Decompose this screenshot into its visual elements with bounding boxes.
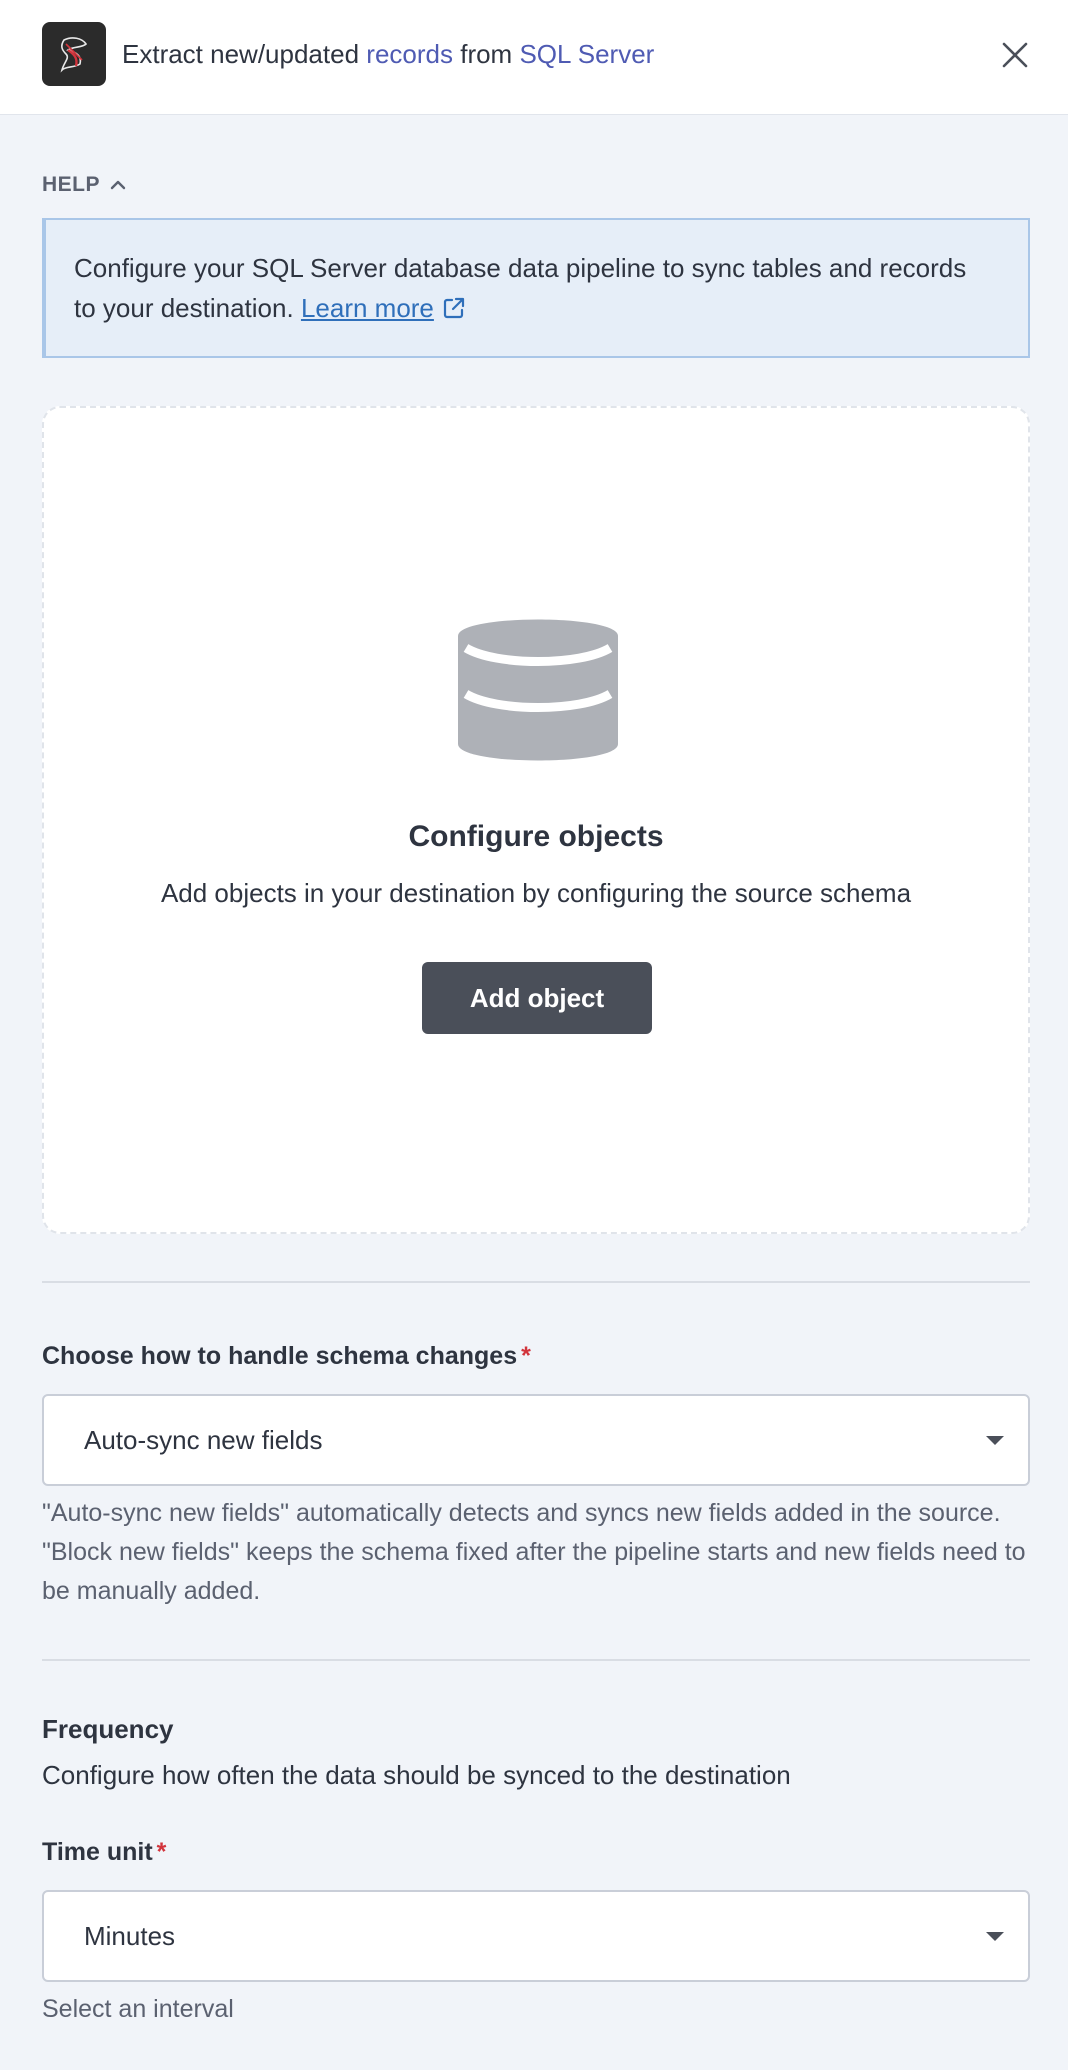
title-source: SQL Server — [519, 39, 655, 69]
learn-more-label: Learn more — [300, 293, 434, 323]
section-divider — [42, 1281, 1030, 1283]
objects-description: Add objects in your destination by confi… — [160, 878, 912, 908]
caret-down-icon — [986, 1436, 1004, 1445]
required-marker: * — [156, 1838, 167, 1866]
help-toggle[interactable]: HELP — [42, 170, 126, 200]
schema-changes-label: Choose how to handle schema changes * — [42, 1342, 531, 1371]
required-marker: * — [521, 1342, 531, 1370]
caret-down-icon — [986, 1932, 1004, 1941]
add-object-button[interactable]: Add object — [422, 962, 652, 1034]
schema-changes-value: Auto-sync new fields — [84, 1425, 323, 1455]
help-toggle-label: HELP — [42, 173, 101, 196]
title-prefix: Extract new/updated — [122, 39, 360, 69]
objects-title: Configure objects — [408, 820, 664, 853]
panel-header: Extract new/updated records from SQL Ser… — [0, 0, 1068, 115]
close-icon — [1002, 42, 1028, 68]
header-title: Extract new/updated records from SQL Ser… — [122, 36, 654, 72]
close-button[interactable] — [996, 36, 1034, 74]
section-divider — [42, 1659, 1030, 1661]
database-icon — [458, 619, 618, 761]
schema-changes-select[interactable]: Auto-sync new fields — [42, 1394, 1030, 1486]
title-middle: from — [460, 39, 513, 69]
time-unit-select[interactable]: Minutes — [42, 1890, 1030, 1982]
interval-label: Select an interval — [42, 1995, 234, 2023]
configure-objects-card: Configure objects Add objects in your de… — [42, 406, 1030, 1234]
time-unit-label-text: Time unit — [42, 1838, 153, 1866]
time-unit-value: Minutes — [84, 1921, 176, 1951]
help-text: Configure your SQL Server database data … — [74, 253, 967, 323]
learn-more-link[interactable]: Learn more — [301, 293, 434, 323]
chevron-up-icon — [110, 180, 126, 190]
schema-changes-label-text: Choose how to handle schema changes — [42, 1342, 518, 1370]
sql-server-logo — [42, 22, 106, 86]
sql-server-logo-icon — [60, 37, 88, 73]
title-object: records — [366, 39, 453, 69]
frequency-description: Configure how often the data should be s… — [42, 1760, 791, 1790]
schema-changes-helper: "Auto-sync new fields" automatically det… — [42, 1499, 1026, 1605]
frequency-title: Frequency — [42, 1714, 174, 1744]
help-panel: Configure your SQL Server database data … — [42, 218, 1030, 358]
external-link-icon — [443, 297, 465, 319]
time-unit-label: Time unit * — [42, 1838, 166, 1867]
